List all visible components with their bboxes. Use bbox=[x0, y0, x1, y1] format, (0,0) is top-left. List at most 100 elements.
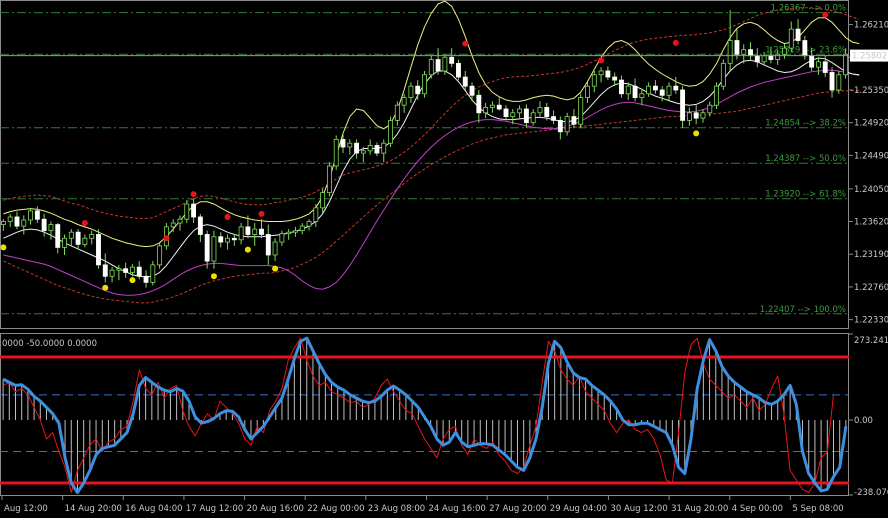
candle-body bbox=[55, 224, 61, 248]
upper-envelope-line bbox=[3, 0, 860, 248]
candle-body bbox=[612, 76, 618, 81]
time-tick-label: 29 Aug 04:00 bbox=[550, 504, 607, 514]
fractal-marker bbox=[244, 246, 251, 253]
candle-body bbox=[489, 104, 495, 108]
candle-body bbox=[496, 104, 502, 110]
fib-level-label: 1.24854 --> 38.2% bbox=[765, 119, 846, 129]
time-tick-label: 24 Aug 16:00 bbox=[429, 504, 486, 514]
price-tick-label: 1.24920 bbox=[854, 119, 888, 129]
candle-body bbox=[782, 47, 787, 55]
candle-body bbox=[836, 74, 842, 91]
candle-body bbox=[741, 49, 747, 55]
candle-body bbox=[272, 241, 278, 256]
fractal-marker bbox=[272, 265, 279, 272]
price-tick-label: 1.24050 bbox=[854, 185, 888, 195]
time-tick-label: 14 Aug 20:00 bbox=[65, 504, 122, 514]
candle-body bbox=[354, 142, 360, 154]
candle-body bbox=[666, 85, 672, 96]
candle-body bbox=[483, 107, 489, 114]
candle-body bbox=[822, 61, 828, 73]
fractal-marker bbox=[190, 191, 197, 198]
time-tick-label: 23 Aug 08:00 bbox=[368, 504, 425, 514]
price-panel-border bbox=[0, 0, 849, 329]
candle-body bbox=[734, 40, 740, 55]
candle-body bbox=[557, 119, 563, 133]
fib-level-label: 1.26367 --> 0.0% bbox=[771, 4, 846, 14]
candle-body bbox=[286, 231, 292, 235]
time-tick-label: 16 Aug 04:00 bbox=[125, 504, 182, 514]
candle-body bbox=[408, 85, 414, 98]
candle-body bbox=[28, 210, 34, 221]
candle-body bbox=[265, 234, 271, 256]
candle-body bbox=[68, 231, 74, 239]
candle-body bbox=[252, 228, 258, 235]
candle-body bbox=[34, 210, 40, 220]
candle-body bbox=[259, 228, 264, 235]
fib-level-label: 1.23920 --> 61.8% bbox=[765, 190, 846, 200]
candle-body bbox=[184, 203, 190, 220]
candle-body bbox=[449, 56, 455, 64]
current-price-label: 1.25802 bbox=[852, 52, 887, 62]
candle-body bbox=[693, 112, 699, 119]
candle-body bbox=[788, 28, 794, 49]
candle-body bbox=[197, 216, 203, 235]
candle-body bbox=[456, 62, 461, 78]
candle-body bbox=[225, 237, 230, 243]
candle-body bbox=[727, 40, 733, 64]
candle-body bbox=[306, 221, 312, 227]
candle-body bbox=[211, 236, 217, 262]
candle-body bbox=[843, 53, 849, 76]
candle-body bbox=[422, 74, 427, 95]
fractal-marker bbox=[210, 273, 217, 280]
price-tick-label: 1.26210 bbox=[854, 21, 888, 31]
candle-body bbox=[62, 237, 67, 248]
candle-body bbox=[130, 266, 135, 273]
candle-body bbox=[564, 116, 570, 133]
candle-body bbox=[279, 233, 285, 243]
candle-body bbox=[326, 165, 332, 194]
candle-body bbox=[829, 72, 835, 91]
candle-body bbox=[462, 76, 468, 87]
candle-body bbox=[41, 218, 47, 232]
candle-body bbox=[680, 89, 686, 121]
moving-average-line bbox=[3, 69, 860, 296]
candle-body bbox=[191, 203, 197, 218]
candle-body bbox=[401, 97, 407, 106]
candle-body bbox=[652, 85, 658, 91]
candle-body bbox=[625, 85, 631, 95]
candle-body bbox=[367, 145, 373, 152]
candle-body bbox=[150, 264, 156, 283]
candle-body bbox=[299, 225, 305, 232]
candle-body bbox=[619, 79, 624, 95]
candle-body bbox=[48, 224, 54, 232]
candle-body bbox=[659, 89, 665, 96]
candle-body bbox=[530, 112, 536, 124]
time-tick-label: 4 Sep 00:00 bbox=[732, 504, 783, 514]
candle-body bbox=[632, 85, 638, 98]
candle-body bbox=[707, 104, 713, 114]
candle-body bbox=[238, 226, 244, 241]
candle-body bbox=[815, 61, 821, 68]
time-axis: Aug 12:00 14 Aug 20:00 16 Aug 04:00 17 Aug … bbox=[1, 496, 844, 514]
price-tick-label: 1.23190 bbox=[854, 250, 888, 260]
candle-body bbox=[639, 93, 645, 98]
fractal-marker bbox=[462, 40, 469, 47]
candle-body bbox=[571, 116, 577, 125]
candle-body bbox=[82, 237, 88, 245]
candle-body bbox=[381, 142, 387, 154]
candle-body bbox=[700, 112, 706, 119]
price-panel: 1.26367 --> 0.0%1.25819 --> 23.6%1.24854… bbox=[0, 0, 888, 329]
candle-body bbox=[754, 55, 760, 63]
candle-body bbox=[157, 245, 163, 266]
candle-body bbox=[388, 119, 393, 144]
candle-body bbox=[442, 56, 448, 72]
price-tick-label: 1.24490 bbox=[854, 151, 888, 161]
candle-body bbox=[320, 192, 326, 209]
candle-body bbox=[768, 55, 774, 60]
candle-body bbox=[714, 85, 719, 106]
candle-body bbox=[469, 85, 475, 96]
candle-body bbox=[686, 112, 692, 121]
fractal-marker bbox=[129, 277, 136, 284]
time-tick-label: 30 Aug 12:00 bbox=[610, 504, 667, 514]
candle-body bbox=[435, 59, 441, 72]
